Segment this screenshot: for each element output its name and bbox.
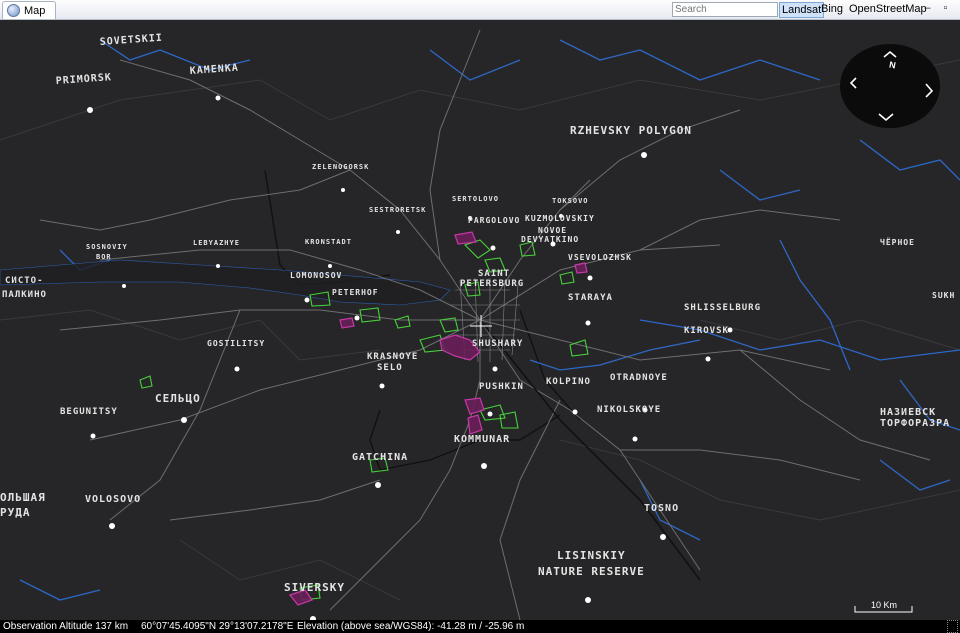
place-label: KOMMUNAR [454, 434, 510, 445]
place-label: TOSNO [644, 503, 679, 514]
place-label: SERTOLOVO [452, 195, 499, 203]
place-label: NIKOLSKOYE [597, 405, 661, 415]
place-marker [87, 107, 93, 113]
title-bar: Map Landsat Bing OpenStreetMap – ▫ [0, 0, 960, 20]
place-marker [375, 482, 381, 488]
place-label: VSEVOLOZHSK [568, 253, 632, 262]
place-label: TOKSOVO [552, 197, 589, 205]
place-label: STARAYA [568, 293, 613, 303]
place-label: LISINSKIY [557, 549, 626, 562]
place-marker [328, 264, 332, 268]
place-label: ТОРФОРАЗРА [880, 418, 950, 429]
place-label: ЧЁРНОЕ [880, 237, 915, 247]
place-label: KIROVSK [684, 326, 729, 336]
place-marker [585, 320, 591, 326]
scale-label: 10 Km [871, 600, 897, 610]
place-marker [379, 383, 385, 389]
place-label: KUZMOLOVSKIY [525, 214, 595, 223]
place-label: SAINT [478, 269, 510, 279]
source-openstreetmap-button[interactable]: OpenStreetMap [847, 2, 929, 16]
place-marker [632, 436, 638, 442]
place-marker [304, 297, 310, 303]
place-label: ZELENOGORSK [312, 163, 369, 171]
place-marker [341, 188, 345, 192]
place-label: KRONSTADT [305, 238, 352, 246]
place-label: BOR [96, 253, 112, 261]
place-label: LOMONOSOV [290, 271, 342, 280]
observation-altitude: Observation Altitude 137 km [3, 621, 129, 632]
source-landsat-button[interactable]: Landsat [779, 2, 825, 18]
place-marker [109, 523, 115, 529]
place-label: PUSHKIN [479, 382, 524, 392]
place-label: DEVYATKINO [521, 235, 579, 244]
place-marker [487, 411, 493, 417]
source-bing-button[interactable]: Bing [819, 2, 845, 16]
place-label: SHUSHARY [472, 339, 523, 349]
place-label: NOVOE [538, 226, 567, 235]
place-label: SIVERSKY [284, 581, 345, 594]
place-marker [587, 275, 593, 281]
map-canvas[interactable]: SOVETSKII PRIMORSK KAMENKA RZHEVSKY POLY… [0, 20, 960, 620]
map-view[interactable]: SOVETSKII PRIMORSK KAMENKA RZHEVSKY POLY… [0, 20, 960, 620]
tab-map[interactable]: Map [2, 1, 57, 19]
restore-icon[interactable]: ▫ [940, 3, 951, 14]
tab-title: Map [24, 4, 46, 17]
place-marker [216, 264, 220, 268]
place-label: PARGOLOVO [468, 216, 520, 225]
place-label: СЕЛЬЦО [155, 392, 201, 405]
search-input[interactable] [672, 2, 778, 17]
place-marker [660, 534, 666, 540]
cursor-coordinates: 60°07'45.4095"N 29°13'07.2178"E [141, 621, 294, 632]
place-marker [215, 95, 221, 101]
place-label: SHLISSELBURG [684, 303, 761, 313]
place-label: LEBYAZHYE [193, 239, 240, 247]
place-label: PETERHOF [332, 288, 379, 297]
place-marker [234, 366, 240, 372]
place-label: RZHEVSKY POLYGON [570, 124, 692, 137]
place-label: PETERSBURG [460, 279, 524, 289]
place-label: SELO [377, 363, 403, 373]
place-label: НАЗИЕВСК [880, 407, 936, 418]
place-marker [492, 366, 498, 372]
place-marker [181, 417, 187, 423]
place-marker [705, 356, 711, 362]
place-label: SUKH [932, 291, 955, 300]
place-marker [90, 433, 96, 439]
place-label: NATURE RESERVE [538, 565, 645, 578]
place-marker [481, 463, 487, 469]
place-marker [585, 597, 591, 603]
place-label: GATCHINA [352, 452, 408, 463]
resize-grip-icon[interactable] [947, 620, 958, 633]
globe-icon [7, 4, 20, 17]
place-label: SOSNOVIY [86, 243, 128, 251]
place-marker [122, 284, 126, 288]
place-label: GOSTILITSY [207, 339, 265, 348]
place-label: KRASNOYE [367, 352, 418, 362]
compass-control[interactable]: N [840, 44, 940, 128]
place-marker [490, 245, 496, 251]
elevation-readout: Elevation (above sea/WGS84): -41.28 m / … [297, 621, 525, 632]
place-label: ОЛЬШАЯ [0, 491, 46, 504]
place-label: SESTRORETSK [369, 206, 426, 214]
place-label: BEGUNITSY [60, 407, 118, 417]
place-label: РУДА [0, 506, 31, 519]
place-label: VOLOSOVO [85, 494, 141, 505]
place-marker [396, 230, 400, 234]
place-label: СИСТО- [5, 276, 44, 286]
status-bar: Observation Altitude 137 km 60°07'45.409… [0, 620, 960, 633]
place-label: KOLPINO [546, 377, 591, 387]
place-marker [641, 152, 647, 158]
place-label: ПАЛКИНО [2, 290, 47, 300]
place-marker [572, 409, 578, 415]
place-label: OTRADNOYE [610, 373, 668, 383]
place-marker [354, 315, 360, 321]
minimize-icon[interactable]: – [922, 3, 933, 14]
